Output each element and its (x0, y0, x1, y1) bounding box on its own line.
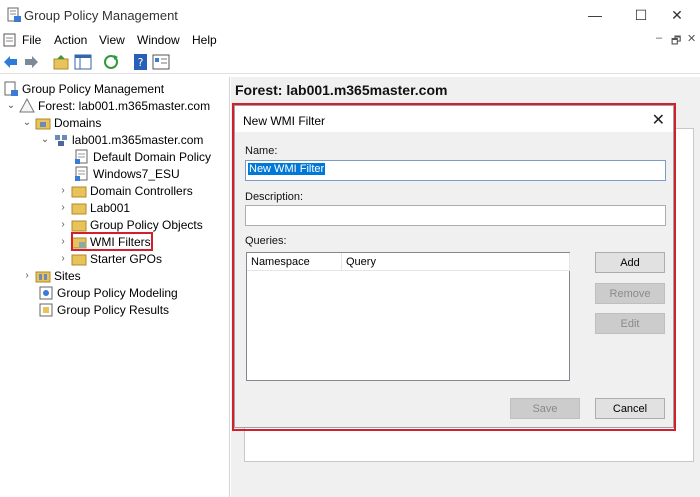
chevron-right-icon[interactable]: › (58, 219, 68, 230)
chevron-down-icon[interactable]: ⌄ (22, 117, 32, 128)
queries-list[interactable]: Namespace Query (246, 252, 570, 381)
queries-label: Queries: (245, 235, 287, 247)
new-wmi-filter-dialog: New WMI Filter ✕ Name: New WMI Filter De… (234, 105, 674, 428)
refresh-icon[interactable] (102, 53, 120, 71)
help-icon[interactable]: ? (132, 53, 150, 71)
sites-icon (35, 271, 51, 282)
remove-button[interactable]: Remove (595, 283, 665, 304)
tree-label: Forest: lab001.m365master.com (38, 98, 211, 113)
document-icon (3, 33, 16, 47)
save-button[interactable]: Save (510, 398, 580, 419)
column-query[interactable]: Query (346, 256, 376, 268)
chevron-down-icon[interactable]: ⌄ (40, 134, 50, 145)
name-label: Name: (245, 145, 278, 157)
ou-folder-icon (71, 203, 87, 214)
toolbar: ? (0, 50, 700, 74)
chevron-right-icon[interactable]: › (58, 236, 68, 247)
starter-folder-icon (71, 254, 87, 265)
tree-item-forest[interactable]: ⌄ Forest: lab001.m365master.com (6, 97, 210, 114)
column-separator[interactable] (569, 253, 570, 271)
tree-label: Domain Controllers (90, 183, 193, 198)
show-hide-tree-icon[interactable] (74, 53, 92, 71)
tree-label: Group Policy Objects (90, 217, 203, 232)
window-title: Group Policy Management (24, 8, 178, 23)
tree-label: lab001.m365master.com (72, 132, 204, 147)
tree-label: Lab001 (90, 200, 131, 215)
edit-button[interactable]: Edit (595, 313, 665, 334)
close-button[interactable]: ✕ (654, 0, 700, 30)
tree-label: Windows7_ESU (93, 166, 180, 181)
mdi-minimize-button[interactable]: – (656, 32, 662, 44)
tree-item-domains[interactable]: ⌄ Domains (22, 114, 102, 131)
chevron-right-icon[interactable]: › (58, 185, 68, 196)
column-namespace[interactable]: Namespace (251, 256, 310, 268)
chevron-right-icon[interactable]: › (58, 202, 68, 213)
forest-icon (19, 97, 35, 112)
name-input[interactable]: New WMI Filter (245, 160, 666, 181)
details-pane-title: Forest: lab001.m365master.com (235, 82, 448, 98)
tree-label: Sites (54, 268, 81, 283)
menu-help[interactable]: Help (192, 33, 217, 47)
tree-label: Domains (54, 115, 102, 130)
tree-item-domain[interactable]: ⌄ lab001.m365master.com (40, 131, 204, 148)
tree-item-group-policy-objects[interactable]: › Group Policy Objects (58, 216, 203, 233)
forward-arrow-icon[interactable] (22, 53, 40, 71)
mdi-close-button[interactable]: ✕ (687, 32, 696, 45)
domains-folder-icon (35, 118, 51, 129)
menu-file[interactable]: File (22, 33, 41, 47)
mdi-restore-button[interactable]: 🗗 (671, 32, 681, 51)
group-policy-icon (4, 81, 18, 96)
menu-bar: File Action View Window Help – 🗗 ✕ (0, 30, 700, 50)
properties-icon[interactable] (152, 53, 170, 71)
modeling-icon (39, 286, 53, 299)
ou-folder-icon (71, 186, 87, 197)
tree-item-lab001[interactable]: › Lab001 (58, 199, 130, 216)
tree-item-default-domain-policy[interactable]: Default Domain Policy (74, 148, 211, 165)
add-button[interactable]: Add (595, 252, 665, 273)
cancel-button[interactable]: Cancel (595, 398, 665, 419)
description-label: Description: (245, 191, 304, 203)
group-policy-icon (7, 7, 21, 22)
minimize-button[interactable]: — (572, 0, 618, 30)
tree-item-starter-gpos[interactable]: › Starter GPOs (58, 250, 162, 267)
wmi-filters-highlight (71, 232, 153, 251)
tree-label: Group Policy Management (22, 81, 165, 96)
tree-item-windows7-esu[interactable]: Windows7_ESU (74, 165, 180, 182)
tree-item-group-policy-modeling[interactable]: Group Policy Modeling (38, 284, 178, 301)
svg-text:?: ? (138, 56, 144, 69)
dialog-close-button[interactable]: ✕ (652, 110, 665, 130)
tree-item-root[interactable]: Group Policy Management (3, 80, 164, 97)
tree-item-domain-controllers[interactable]: › Domain Controllers (58, 182, 193, 199)
tree-label: Starter GPOs (90, 251, 163, 266)
up-folder-icon[interactable] (52, 53, 70, 71)
dialog-title-bar: New WMI Filter ✕ (235, 106, 673, 132)
tree-label: Default Domain Policy (93, 149, 212, 164)
dialog-title: New WMI Filter (243, 114, 325, 128)
chevron-right-icon[interactable]: › (22, 270, 32, 281)
tree-label: Group Policy Results (57, 302, 170, 317)
name-input-value: New WMI Filter (248, 163, 326, 175)
tree-label: Group Policy Modeling (57, 285, 178, 300)
domain-icon (55, 134, 67, 146)
menu-window[interactable]: Window (137, 33, 180, 47)
gpo-link-icon (75, 149, 88, 164)
chevron-right-icon[interactable]: › (58, 253, 68, 264)
menu-view[interactable]: View (99, 33, 125, 47)
description-input[interactable] (245, 205, 666, 226)
gpo-link-icon (75, 166, 88, 181)
title-bar: Group Policy Management — ☐ ✕ (0, 0, 700, 30)
menu-action[interactable]: Action (54, 33, 87, 47)
queries-list-header: Namespace Query (247, 253, 570, 271)
column-separator[interactable] (341, 253, 342, 271)
gpo-folder-icon (71, 220, 87, 231)
tree-item-sites[interactable]: › Sites (22, 267, 81, 284)
chevron-down-icon[interactable]: ⌄ (6, 100, 16, 111)
tree-item-group-policy-results[interactable]: Group Policy Results (38, 301, 169, 318)
results-icon (39, 303, 53, 316)
back-arrow-icon[interactable] (2, 53, 20, 71)
